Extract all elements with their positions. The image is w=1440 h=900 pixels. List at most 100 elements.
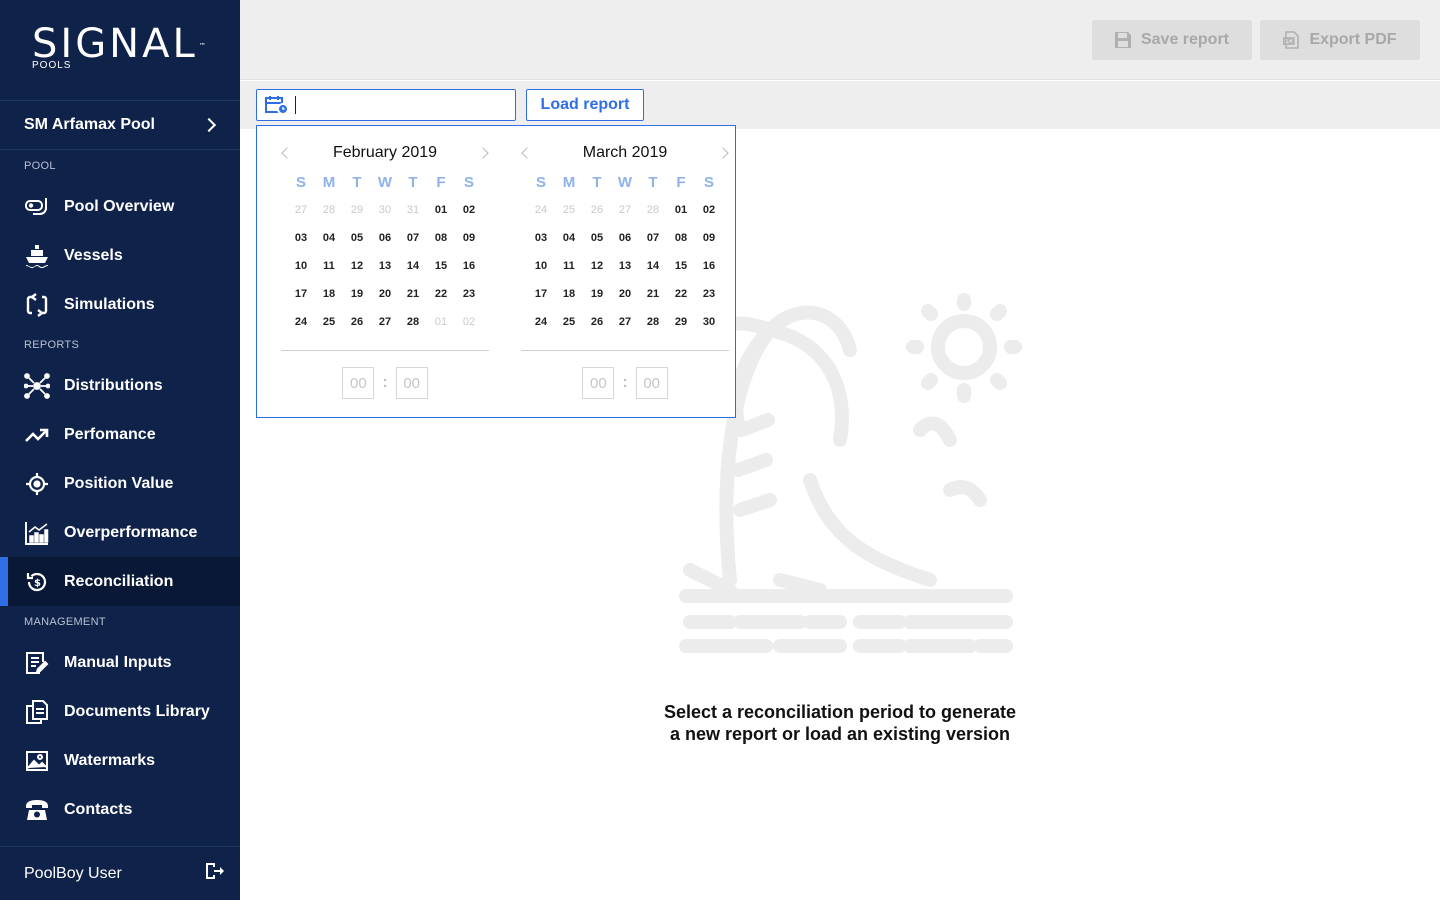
sidebar-item-perfomance[interactable]: Perfomance xyxy=(0,410,240,459)
calendar-day[interactable]: 24 xyxy=(527,204,555,216)
calendar-day[interactable]: 24 xyxy=(287,316,315,328)
calendar-day[interactable]: 17 xyxy=(287,288,315,300)
calendar-day[interactable]: 26 xyxy=(583,316,611,328)
calendar-day[interactable]: 11 xyxy=(555,260,583,272)
sidebar-item-pool-overview[interactable]: Pool Overview xyxy=(0,182,240,231)
calendar-day[interactable]: 11 xyxy=(315,260,343,272)
sidebar-item-contacts[interactable]: Contacts xyxy=(0,785,240,834)
calendar-day[interactable]: 15 xyxy=(667,260,695,272)
pool-selector-label: SM Arfamax Pool xyxy=(24,116,155,133)
sidebar-item-reconciliation[interactable]: $ Reconciliation xyxy=(0,557,240,606)
calendar-day[interactable]: 10 xyxy=(527,260,555,272)
calendar-day[interactable]: 08 xyxy=(427,232,455,244)
calendar-day[interactable]: 05 xyxy=(343,232,371,244)
sidebar-item-distributions[interactable]: Distributions xyxy=(0,361,240,410)
chevron-left-icon[interactable] xyxy=(281,147,293,159)
calendar-day[interactable]: 04 xyxy=(555,232,583,244)
calendar-day[interactable]: 01 xyxy=(667,204,695,216)
pool-selector[interactable]: SM Arfamax Pool xyxy=(0,100,240,150)
sidebar-item-vessels[interactable]: Vessels xyxy=(0,231,240,280)
brand-logo[interactable]: SIGNAL ™ POOLS xyxy=(0,0,240,100)
save-report-button[interactable]: Save report xyxy=(1092,20,1252,60)
calendar-day[interactable]: 26 xyxy=(343,316,371,328)
calendar-day[interactable]: 09 xyxy=(695,232,723,244)
calendar-day[interactable]: 13 xyxy=(371,260,399,272)
calendar-day[interactable]: 12 xyxy=(343,260,371,272)
hours-input[interactable]: 00 xyxy=(342,367,375,399)
calendar-day[interactable]: 20 xyxy=(611,288,639,300)
chevron-left-icon[interactable] xyxy=(521,147,533,159)
calendar-day[interactable]: 28 xyxy=(315,204,343,216)
calendar-day[interactable]: 01 xyxy=(427,204,455,216)
calendar-day[interactable]: 16 xyxy=(455,260,483,272)
calendar-day[interactable]: 01 xyxy=(427,316,455,328)
calendar-day[interactable]: 23 xyxy=(695,288,723,300)
calendar-day[interactable]: 18 xyxy=(555,288,583,300)
sidebar-item-watermarks[interactable]: Watermarks xyxy=(0,736,240,785)
calendar-day[interactable]: 07 xyxy=(399,232,427,244)
user-name[interactable]: PoolBoy User xyxy=(24,865,122,883)
hours-input[interactable]: 00 xyxy=(582,367,615,399)
calendar-day[interactable]: 31 xyxy=(399,204,427,216)
calendar-day[interactable]: 09 xyxy=(455,232,483,244)
calendar-day[interactable]: 19 xyxy=(583,288,611,300)
calendar-day[interactable]: 30 xyxy=(371,204,399,216)
calendar-day[interactable]: 19 xyxy=(343,288,371,300)
calendar-day[interactable]: 22 xyxy=(667,288,695,300)
calendar-day[interactable]: 28 xyxy=(639,204,667,216)
sidebar-item-position-value[interactable]: Position Value xyxy=(0,459,240,508)
calendar-day[interactable]: 06 xyxy=(611,232,639,244)
calendar-day[interactable]: 03 xyxy=(287,232,315,244)
calendar-day[interactable]: 16 xyxy=(695,260,723,272)
minutes-input[interactable]: 00 xyxy=(635,367,668,399)
calendar-day[interactable]: 18 xyxy=(315,288,343,300)
calendar-day[interactable]: 25 xyxy=(555,204,583,216)
date-range-input[interactable] xyxy=(256,89,516,121)
calendar-day[interactable]: 25 xyxy=(555,316,583,328)
calendar-day[interactable]: 21 xyxy=(399,288,427,300)
calendar-day[interactable]: 28 xyxy=(639,316,667,328)
calendar-day[interactable]: 02 xyxy=(455,316,483,328)
calendar-day[interactable]: 10 xyxy=(287,260,315,272)
calendar-day[interactable]: 08 xyxy=(667,232,695,244)
calendar-day[interactable]: 14 xyxy=(639,260,667,272)
calendar-day[interactable]: 29 xyxy=(667,316,695,328)
calendar-day[interactable]: 07 xyxy=(639,232,667,244)
calendar-day[interactable]: 03 xyxy=(527,232,555,244)
calendar-day[interactable]: 27 xyxy=(611,316,639,328)
calendar-day[interactable]: 02 xyxy=(695,204,723,216)
calendar-day[interactable]: 15 xyxy=(427,260,455,272)
calendar-day[interactable]: 14 xyxy=(399,260,427,272)
sidebar-item-overperformance[interactable]: Overperformance xyxy=(0,508,240,557)
calendar-day[interactable]: 23 xyxy=(455,288,483,300)
calendar-day[interactable]: 28 xyxy=(399,316,427,328)
calendar-day[interactable]: 30 xyxy=(695,316,723,328)
calendar-week: 10 11 12 13 14 15 16 xyxy=(277,252,493,280)
minutes-input[interactable]: 00 xyxy=(395,367,428,399)
calendar-day[interactable]: 02 xyxy=(455,204,483,216)
calendar-day[interactable]: 26 xyxy=(583,204,611,216)
calendar-day[interactable]: 27 xyxy=(287,204,315,216)
calendar-day[interactable]: 29 xyxy=(343,204,371,216)
calendar-day[interactable]: 21 xyxy=(639,288,667,300)
calendar-day[interactable]: 13 xyxy=(611,260,639,272)
calendar-day[interactable]: 20 xyxy=(371,288,399,300)
calendar-day[interactable]: 04 xyxy=(315,232,343,244)
chevron-right-icon[interactable] xyxy=(717,147,729,159)
logout-icon[interactable] xyxy=(206,863,224,884)
calendar-day[interactable]: 24 xyxy=(527,316,555,328)
calendar-day[interactable]: 17 xyxy=(527,288,555,300)
chevron-right-icon[interactable] xyxy=(477,147,489,159)
sidebar-item-simulations[interactable]: Simulations xyxy=(0,280,240,329)
sidebar-item-manual-inputs[interactable]: Manual Inputs xyxy=(0,638,240,687)
calendar-day[interactable]: 06 xyxy=(371,232,399,244)
calendar-day[interactable]: 05 xyxy=(583,232,611,244)
load-report-button[interactable]: Load report xyxy=(526,89,644,121)
sidebar-item-documents-library[interactable]: Documents Library xyxy=(0,687,240,736)
export-pdf-button[interactable]: Export PDF xyxy=(1260,20,1420,60)
calendar-day[interactable]: 22 xyxy=(427,288,455,300)
calendar-day[interactable]: 12 xyxy=(583,260,611,272)
calendar-day[interactable]: 27 xyxy=(371,316,399,328)
calendar-day[interactable]: 25 xyxy=(315,316,343,328)
calendar-day[interactable]: 27 xyxy=(611,204,639,216)
